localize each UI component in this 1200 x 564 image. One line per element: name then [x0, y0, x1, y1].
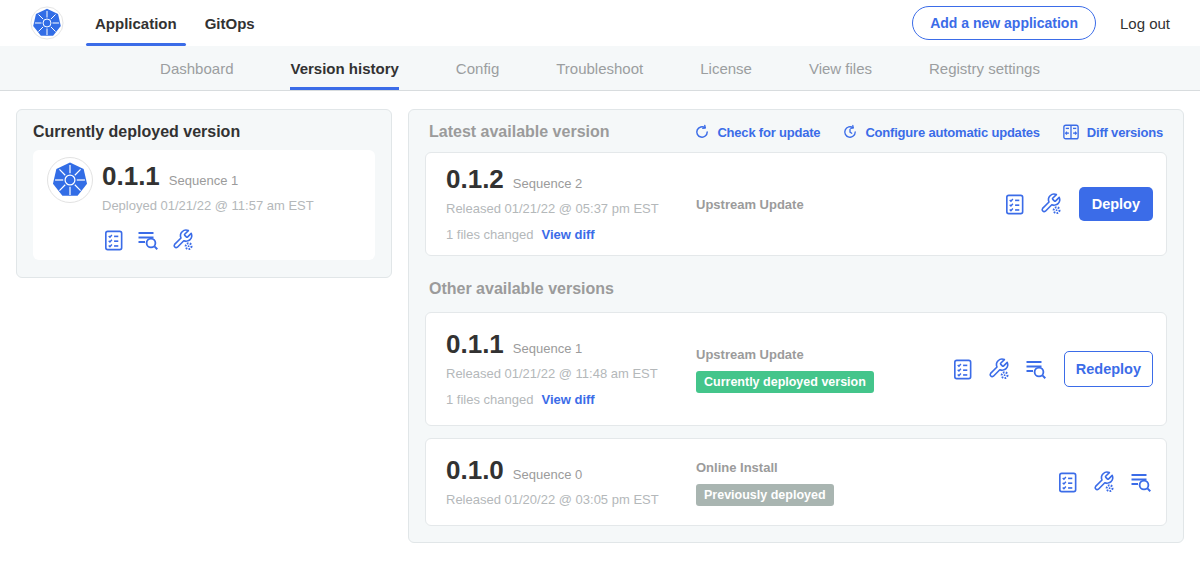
- currently-deployed-title: Currently deployed version: [33, 123, 375, 141]
- version-history-panel: Latest available version Check for updat…: [408, 109, 1184, 543]
- redeploy-button[interactable]: Redeploy: [1064, 351, 1153, 387]
- diff-versions-link[interactable]: Diff versions: [1062, 123, 1163, 141]
- released-timestamp: Released 01/21/22 @ 05:37 pm EST: [446, 200, 696, 217]
- configure-automatic-updates-link[interactable]: Configure automatic updates: [842, 123, 1039, 141]
- preflight-checks-icon[interactable]: [951, 358, 974, 381]
- check-for-update-label: Check for update: [717, 125, 820, 140]
- logout-link[interactable]: Log out: [1120, 15, 1170, 32]
- version-row-012: 0.1.2 Sequence 2 Released 01/21/22 @ 05:…: [425, 152, 1167, 256]
- edit-config-icon[interactable]: [1039, 192, 1063, 216]
- previously-deployed-badge: Previously deployed: [696, 484, 834, 506]
- preflight-checks-icon[interactable]: [102, 229, 125, 252]
- version-number: 0.1.0: [446, 456, 504, 484]
- deploy-logs-icon[interactable]: [1024, 357, 1048, 381]
- deployed-version-card: 0.1.1 Sequence 1 Deployed 01/21/22 @ 11:…: [33, 150, 375, 260]
- deploy-logs-icon[interactable]: [136, 228, 160, 252]
- version-sequence: Sequence 2: [513, 176, 582, 191]
- app-subnav: Dashboard Version history Config Trouble…: [0, 46, 1200, 91]
- edit-config-icon[interactable]: [987, 357, 1011, 381]
- version-number: 0.1.2: [446, 165, 504, 193]
- released-timestamp: Released 01/21/22 @ 11:48 am EST: [446, 365, 696, 382]
- deployed-sequence: Sequence 1: [169, 173, 238, 188]
- kubernetes-app-logo: [47, 157, 93, 203]
- subnav-troubleshoot[interactable]: Troubleshoot: [556, 46, 643, 90]
- released-timestamp: Released 01/20/22 @ 03:05 pm EST: [446, 491, 696, 508]
- subnav-dashboard[interactable]: Dashboard: [160, 46, 233, 90]
- latest-available-title: Latest available version: [429, 123, 610, 141]
- subnav-version-history[interactable]: Version history: [290, 46, 398, 90]
- refresh-icon: [694, 124, 710, 140]
- currently-deployed-card: Currently deployed version: [16, 109, 392, 278]
- deploy-logs-icon[interactable]: [1129, 470, 1153, 494]
- version-source: Online Install: [696, 459, 1056, 476]
- version-source: Upstream Update: [696, 346, 951, 363]
- kubernetes-logo-icon: [30, 0, 64, 46]
- edit-config-icon[interactable]: [171, 228, 195, 252]
- version-row-010: 0.1.0 Sequence 0 Released 01/20/22 @ 03:…: [425, 438, 1167, 526]
- subnav-view-files[interactable]: View files: [809, 46, 872, 90]
- diff-icon: [1062, 123, 1080, 141]
- tab-application-label: Application: [95, 15, 177, 32]
- diff-versions-label: Diff versions: [1087, 125, 1163, 140]
- version-source: Upstream Update: [696, 196, 1003, 213]
- other-available-versions-title: Other available versions: [429, 280, 1163, 298]
- edit-config-icon[interactable]: [1092, 470, 1116, 494]
- subnav-license[interactable]: License: [700, 46, 752, 90]
- preflight-checks-icon[interactable]: [1003, 193, 1026, 216]
- deployed-version-number: 0.1.1: [102, 162, 160, 190]
- deploy-button[interactable]: Deploy: [1079, 187, 1153, 221]
- tab-gitops[interactable]: GitOps: [196, 0, 264, 46]
- schedule-update-icon: [842, 124, 858, 140]
- files-changed: 1 files changed: [446, 391, 533, 408]
- check-for-update-link[interactable]: Check for update: [694, 123, 820, 141]
- view-diff-link[interactable]: View diff: [541, 226, 594, 243]
- version-row-011: 0.1.1 Sequence 1 Released 01/21/22 @ 11:…: [425, 312, 1167, 426]
- tab-gitops-label: GitOps: [205, 15, 255, 32]
- subnav-config[interactable]: Config: [456, 46, 499, 90]
- version-sequence: Sequence 1: [513, 341, 582, 356]
- view-diff-link[interactable]: View diff: [541, 391, 594, 408]
- files-changed: 1 files changed: [446, 226, 533, 243]
- subnav-registry-settings[interactable]: Registry settings: [929, 46, 1040, 90]
- add-application-button[interactable]: Add a new application: [912, 6, 1096, 40]
- tab-application[interactable]: Application: [86, 0, 186, 46]
- version-sequence: Sequence 0: [513, 467, 582, 482]
- top-nav: Application GitOps Add a new application…: [0, 0, 1200, 46]
- preflight-checks-icon[interactable]: [1056, 471, 1079, 494]
- version-number: 0.1.1: [446, 330, 504, 358]
- configure-automatic-updates-label: Configure automatic updates: [865, 125, 1039, 140]
- deployed-timestamp: Deployed 01/21/22 @ 11:57 am EST: [102, 197, 314, 214]
- currently-deployed-badge: Currently deployed version: [696, 371, 874, 393]
